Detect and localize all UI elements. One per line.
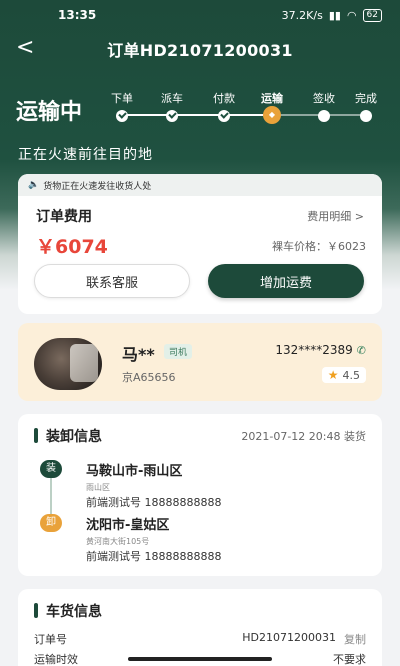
load-badge: 装: [40, 460, 62, 478]
transport-time-value: 不要求: [333, 653, 366, 666]
step-label: 下单: [111, 92, 133, 105]
contact-service-button[interactable]: 联系客服: [34, 264, 190, 298]
pending-dot: [318, 110, 330, 122]
page-title: 订单HD21071200031: [107, 41, 293, 60]
stage-subtitle: 正在火速前往目的地: [18, 147, 153, 163]
fee-title: 订单费用: [36, 209, 92, 225]
wifi-icon: ◠: [346, 8, 357, 22]
progress-line-done: [122, 114, 272, 116]
step-label: 派车: [161, 92, 183, 105]
step-transport: 运输 ◆: [252, 90, 292, 124]
phone-icon[interactable]: ✆: [357, 344, 366, 357]
pending-dot: [360, 110, 372, 122]
section-title: 车货信息: [34, 601, 102, 621]
cargo-info-card: 车货信息 订单号 HD21071200031 复制 运输时效 不要求: [18, 589, 382, 666]
shipping-notice: 🔈 货物正在火速发往收货人处: [18, 174, 382, 196]
loading-info-card: 装卸信息 2021-07-12 20:48 装货 装 卸 马鞍山市-雨山区 雨山…: [18, 414, 382, 576]
route-line: [50, 478, 52, 514]
phone-number: 132****2389: [275, 343, 353, 357]
step-order: 下单: [102, 90, 142, 122]
add-freight-button[interactable]: 增加运费: [208, 264, 364, 298]
copy-button[interactable]: 复制: [344, 631, 366, 647]
check-icon: [166, 110, 178, 122]
driver-name: 马**: [122, 345, 155, 364]
unload-badge: 卸: [40, 514, 62, 532]
step-complete: 完成: [346, 90, 386, 122]
chevron-left-icon[interactable]: <: [16, 36, 40, 60]
driver-card[interactable]: 马** 司机 京A65656 132****2389 ✆ ★ 4.5: [18, 323, 382, 401]
notice-text: 货物正在火速发往收货人处: [43, 181, 152, 192]
check-icon: [218, 110, 230, 122]
license-plate: 京A65656: [122, 371, 176, 384]
progress-steps: 下单 派车 付款 运输 ◆ 签收 完成: [108, 90, 380, 124]
load-city: 马鞍山市-雨山区: [86, 464, 183, 479]
fee-amount: ￥6074: [36, 236, 108, 258]
order-number-value: HD21071200031: [242, 631, 336, 644]
transport-time-label: 运输时效: [34, 653, 78, 666]
unload-city: 沈阳市-皇姑区: [86, 518, 170, 533]
rating-value: 4.5: [342, 368, 361, 382]
section-title: 装卸信息: [34, 426, 102, 446]
status-bar: 13:35 37.2K/s ▮▮ ◠ 62: [0, 0, 400, 30]
check-icon: [116, 110, 128, 122]
order-number-label: 订单号: [34, 633, 67, 646]
load-contact: 前端测试号 18888888888: [86, 496, 222, 509]
home-indicator[interactable]: [128, 657, 272, 661]
load-address-detail: 雨山区: [86, 483, 110, 492]
order-number-row: 订单号 HD21071200031 复制: [34, 631, 366, 647]
unload-address-detail: 黄河南大街105号: [86, 537, 150, 546]
battery-icon: 62: [362, 8, 382, 22]
truck-icon: ◆: [263, 106, 281, 124]
loading-time: 2021-07-12 20:48 装货: [241, 430, 366, 443]
step-label: 签收: [313, 92, 335, 105]
unload-contact: 前端测试号 18888888888: [86, 550, 222, 563]
step-label: 完成: [355, 92, 377, 105]
top-nav: < 订单HD21071200031: [0, 30, 400, 68]
status-time: 13:35: [58, 8, 97, 22]
driver-badge: 司机: [164, 344, 193, 359]
avatar: [34, 338, 102, 390]
step-dispatch: 派车: [152, 90, 192, 122]
network-speed: 37.2K/s: [281, 8, 323, 22]
bare-car-price: 裸车价格：￥6023: [272, 240, 366, 253]
step-sign: 签收: [304, 90, 344, 122]
step-payment: 付款: [204, 90, 244, 122]
order-stage: 运输中: [16, 100, 83, 125]
driver-phone[interactable]: 132****2389 ✆: [275, 343, 366, 357]
driver-rating: ★ 4.5: [321, 367, 366, 383]
fee-detail-link[interactable]: 费用明细 >: [307, 208, 364, 224]
step-label: 付款: [213, 92, 235, 105]
signal-icon: ▮▮: [328, 8, 341, 22]
speaker-icon: 🔈: [28, 180, 40, 190]
fee-card: 🔈 货物正在火速发往收货人处 订单费用 费用明细 > ￥6074 裸车价格：￥6…: [18, 174, 382, 314]
star-icon: ★: [327, 368, 339, 382]
step-label: 运输: [261, 92, 283, 105]
